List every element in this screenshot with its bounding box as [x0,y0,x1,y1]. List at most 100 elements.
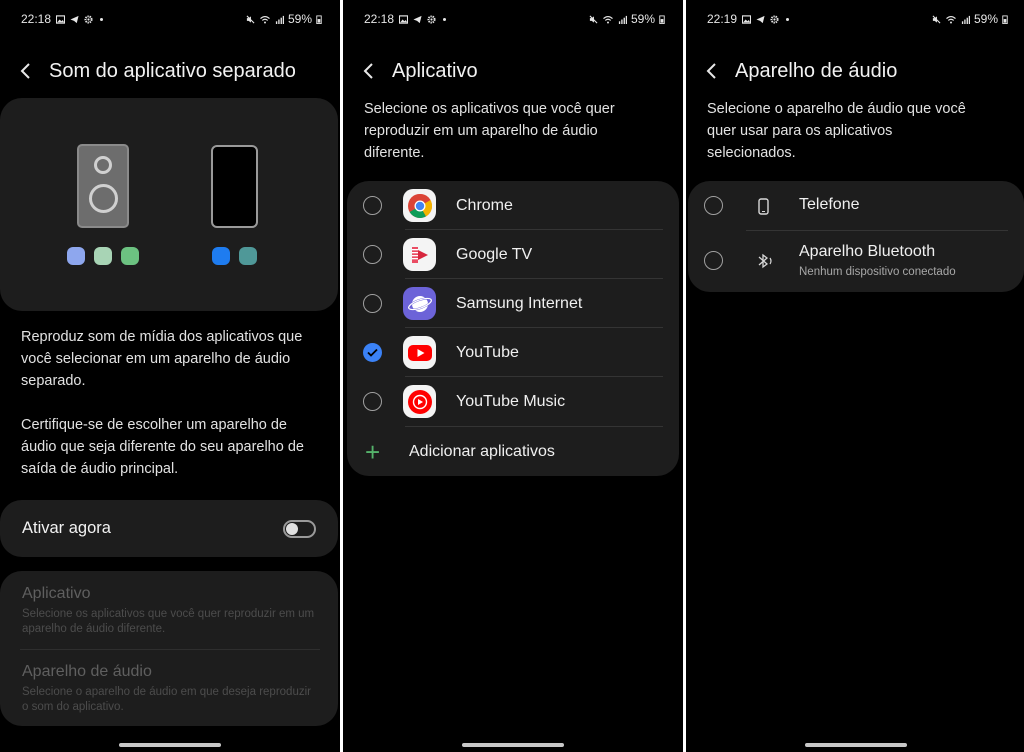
status-bar: 22:18 59% [364,10,665,28]
screen-audio-device: 22:19 59% Aparelho de áudio Selecione o … [686,0,1024,752]
wifi-icon [603,15,613,23]
setting-app[interactable]: Aplicativo Selecione os aplicativos que … [22,585,320,637]
status-bar: 22:19 59% [707,10,1008,28]
device-name: Aparelho Bluetooth [799,243,936,260]
device-name: Telefone [799,196,860,213]
back-button[interactable] [705,56,727,86]
phone-illustration [211,145,258,228]
setting-audio-device-subtitle: Selecione o aparelho de áudio em que des… [22,686,311,713]
toggle-knob [286,522,298,535]
app-row-samsung-internet[interactable]: Samsung Internet [347,279,679,328]
telegram-icon [70,15,79,23]
app-row-chrome[interactable]: Chrome [347,181,679,230]
telegram-icon [413,15,422,23]
feature-description: Reproduz som de mídia dos aplicativos qu… [21,329,303,389]
mute-icon [932,15,941,23]
page-title: Som do aplicativo separado [49,59,296,82]
wifi-icon [946,15,956,23]
radio-button[interactable] [363,196,382,215]
page-title: Aparelho de áudio [735,59,898,82]
app-row-youtube[interactable]: YouTube [347,328,679,377]
check-icon [367,348,378,357]
gallery-icon [56,14,66,24]
device-row-bluetooth[interactable]: Aparelho Bluetooth Nenhum dispositivo co… [688,231,1024,291]
gesture-bar[interactable] [119,743,221,747]
gesture-bar[interactable] [805,743,907,747]
radio-button[interactable] [363,392,382,411]
bluetooth-icon [754,251,776,271]
speaker-illustration [77,144,129,228]
app-name: Chrome [456,196,513,214]
back-button[interactable] [362,56,384,86]
youtube-music-icon [403,385,436,418]
mute-icon [589,15,598,23]
youtube-icon [403,336,436,369]
header: Aparelho de áudio [705,56,1016,86]
chevron-left-icon [363,63,373,79]
signal-icon [961,15,970,24]
app-dot-green [121,247,139,265]
app-dot-mint [94,247,112,265]
speaker-tweeter [94,156,112,174]
setting-app-title: Aplicativo [22,585,91,602]
device-status: Nenhum dispositivo conectado [799,266,956,278]
gear-icon [770,14,779,24]
app-name: YouTube Music [456,392,566,410]
speaker-woofer [89,184,118,213]
enable-now-toggle[interactable] [283,519,316,538]
device-list: Telefone Aparelho Bluetooth Nenhum dispo… [688,181,1024,292]
add-apps-button[interactable]: + Adicionar aplicativos [347,429,679,475]
radio-button[interactable] [363,245,382,264]
app-name: Google TV [456,245,533,263]
battery-percent: 59% [287,12,312,26]
wifi-icon [260,15,270,23]
radio-button[interactable] [704,251,723,270]
app-row-google-tv[interactable]: Google TV [347,230,679,279]
status-time: 22:18 [21,12,52,26]
header: Som do aplicativo separado [19,56,330,86]
gear-icon [427,14,436,24]
notification-dot [100,17,104,21]
add-apps-label: Adicionar aplicativos [409,443,555,460]
divider [405,426,663,427]
app-name: Samsung Internet [456,294,583,312]
screen-separate-app-sound: 22:18 59% Som do aplicativo separado Rep… [0,0,340,752]
status-bar: 22:18 59% [21,10,322,28]
battery-icon [659,14,665,24]
signal-icon [618,15,627,24]
enable-now-label: Ativar agora [22,519,111,537]
back-button[interactable] [19,56,41,86]
app-row-youtube-music[interactable]: YouTube Music [347,377,679,426]
page-description: Selecione os aplicativos que você quer r… [364,101,615,161]
app-dot-purple [67,247,85,265]
feature-warning: Certifique-se de escolher um aparelho de… [21,417,304,477]
setting-audio-device-title: Aparelho de áudio [22,663,152,680]
status-time: 22:18 [364,12,395,26]
chevron-left-icon [706,63,716,79]
notification-dot [443,17,447,21]
battery-percent: 59% [973,12,998,26]
radio-button[interactable] [363,294,382,313]
phone-icon [754,196,772,216]
screen-app-selection: 22:18 59% Aplicativo Selecione os aplica… [343,0,683,752]
setting-audio-device[interactable]: Aparelho de áudio Selecione o aparelho d… [22,663,320,715]
enable-now-row[interactable]: Ativar agora [0,500,338,557]
settings-card: Aplicativo Selecione os aplicativos que … [0,571,338,726]
battery-percent: 59% [630,12,655,26]
radio-button[interactable] [704,196,723,215]
chrome-icon [403,189,436,222]
gesture-bar[interactable] [462,743,564,747]
gallery-icon [742,14,752,24]
plus-icon: + [365,437,381,467]
device-row-phone[interactable]: Telefone [688,181,1024,230]
radio-button-checked[interactable] [363,343,382,362]
gear-icon [84,14,93,24]
app-name: YouTube [456,343,519,361]
page-description: Selecione o aparelho de áudio que você q… [707,101,966,161]
app-list: Chrome Google TV Samsung Internet YouTub… [347,181,679,476]
telegram-icon [756,15,765,23]
signal-icon [275,15,284,24]
mute-icon [246,15,255,23]
illustration-card [0,98,338,311]
page-title: Aplicativo [392,59,478,82]
